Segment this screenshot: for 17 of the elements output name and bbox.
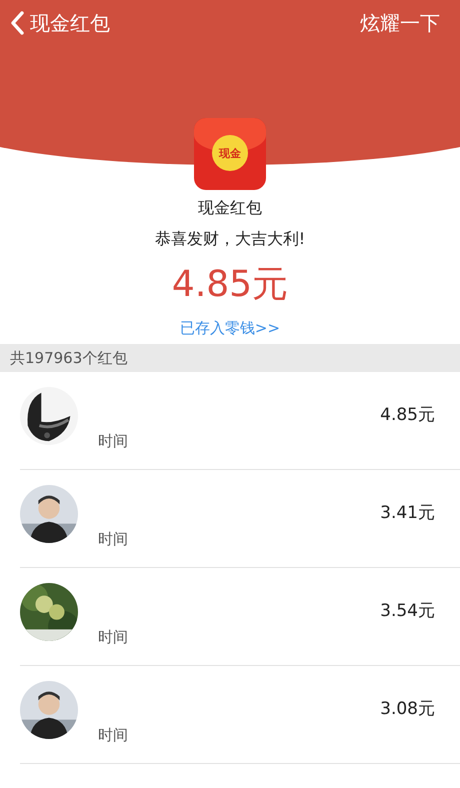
record-amount: 3.54元 bbox=[380, 600, 435, 622]
record-amount: 4.85元 bbox=[380, 404, 435, 426]
time-label: 时间 bbox=[98, 628, 128, 647]
back-button[interactable]: 现金红包 bbox=[10, 10, 110, 36]
envelope-seal: 现金 bbox=[212, 135, 248, 171]
record-amount: 3.08元 bbox=[380, 698, 435, 720]
summary-bar: 共197963个红包 bbox=[0, 344, 460, 372]
show-off-button[interactable]: 炫耀一下 bbox=[360, 10, 440, 36]
time-label: 时间 bbox=[98, 726, 128, 745]
wallet-link[interactable]: 已存入零钱>> bbox=[180, 319, 280, 338]
time-label: 时间 bbox=[98, 432, 128, 451]
packet-title: 现金红包 bbox=[198, 198, 262, 219]
back-icon bbox=[10, 11, 24, 35]
amount-text: 4.85元 bbox=[172, 263, 288, 307]
greeting-text: 恭喜发财，大吉大利! bbox=[154, 229, 306, 250]
record-amount: 3.41元 bbox=[380, 502, 435, 524]
time-label: 时间 bbox=[98, 530, 128, 549]
